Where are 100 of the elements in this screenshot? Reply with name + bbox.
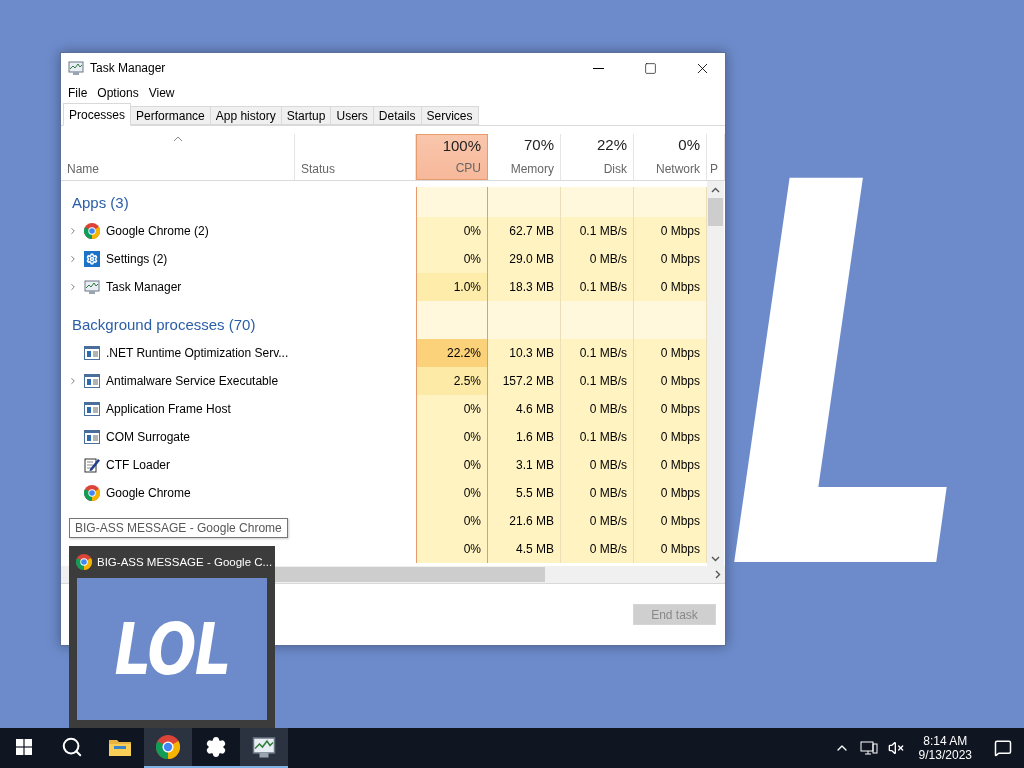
process-name: CTF Loader — [106, 458, 171, 472]
scroll-up-icon[interactable] — [711, 187, 720, 193]
menu-item[interactable]: File — [63, 86, 93, 100]
taskbar-button[interactable] — [144, 728, 192, 768]
gear-icon — [84, 251, 100, 267]
chrome-icon — [84, 223, 100, 239]
window-preview[interactable]: BIG-ASS MESSAGE - Google C... LOL — [69, 546, 275, 728]
scrollbar-thumb[interactable] — [708, 198, 723, 226]
minimize-icon — [592, 67, 604, 69]
tab[interactable]: Users — [330, 106, 374, 125]
tab[interactable]: Performance — [130, 106, 211, 125]
clock-time[interactable]: 8:14 AM — [923, 734, 968, 748]
chrome-icon — [84, 485, 100, 501]
window-icon — [84, 374, 100, 388]
process-name: .NET Runtime Optimization Serv... — [106, 346, 289, 360]
process-name: Antimalware Service Executable — [106, 374, 279, 388]
table-cell: 10.3 MB — [488, 339, 561, 367]
window-icon — [84, 346, 100, 360]
column-header[interactable]: 22% Disk — [561, 134, 634, 180]
column-header[interactable]: Name — [61, 134, 295, 180]
process-name: Google Chrome (2) — [106, 224, 209, 238]
window-icon — [84, 402, 100, 416]
tab[interactable]: Startup — [280, 106, 332, 125]
table-cell: 4.5 MB — [488, 535, 561, 563]
table-cell: 2.5% — [416, 367, 488, 395]
window-icon — [84, 430, 100, 444]
table-cell: 0% — [416, 479, 488, 507]
table-cell: 0.1 MB/s — [561, 339, 634, 367]
preview-title: BIG-ASS MESSAGE - Google C... — [97, 556, 273, 568]
table-cell: 1.0% — [416, 273, 488, 301]
table-cell: 0 MB/s — [561, 451, 634, 479]
table-cell: 0 MB/s — [561, 245, 634, 273]
scroll-right-icon[interactable] — [715, 570, 721, 579]
tab[interactable]: Services — [420, 106, 479, 125]
table-cell: 22.2% — [416, 339, 488, 367]
table-cell: 0 Mbps — [634, 507, 707, 535]
process-name: Application Frame Host — [106, 402, 231, 416]
menu-item[interactable]: View — [143, 86, 180, 100]
table-cell: 0.1 MB/s — [561, 423, 634, 451]
table-cell: 0.1 MB/s — [561, 367, 634, 395]
table-cell: 0% — [416, 507, 488, 535]
sort-caret-icon — [172, 136, 183, 142]
maximize-icon — [643, 61, 657, 75]
table-cell: 0% — [416, 535, 488, 563]
process-name: COM Surrogate — [106, 430, 191, 444]
search-icon — [61, 736, 83, 758]
table-cell: 0 MB/s — [561, 507, 634, 535]
table-cell: 0 Mbps — [634, 273, 707, 301]
table-cell: 0 Mbps — [634, 367, 707, 395]
monitor-chart-icon — [84, 279, 100, 295]
scroll-down-icon[interactable] — [711, 556, 720, 562]
table-cell: 157.2 MB — [488, 367, 561, 395]
table-cell: 5.5 MB — [488, 479, 561, 507]
process-name: Settings (2) — [106, 252, 168, 266]
expand-chevron-icon[interactable] — [68, 375, 78, 387]
monitor-chart-icon — [252, 735, 276, 759]
table-cell: 0.1 MB/s — [561, 273, 634, 301]
menu-item[interactable]: Options — [92, 86, 144, 100]
column-header[interactable]: 0% Network — [634, 134, 707, 180]
taskbar-button[interactable] — [240, 728, 288, 768]
group-heading: Background processes (70) — [71, 315, 257, 335]
expand-chevron-icon[interactable] — [68, 253, 78, 265]
table-cell: 0% — [416, 395, 488, 423]
table-cell: 0 MB/s — [561, 479, 634, 507]
clock-date[interactable]: 9/13/2023 — [918, 748, 972, 762]
tooltip: BIG-ASS MESSAGE - Google Chrome — [69, 518, 288, 538]
chrome-icon — [76, 554, 92, 570]
table-cell: 3.1 MB — [488, 451, 561, 479]
page-heading: L — [726, 176, 976, 578]
chrome-icon — [156, 735, 180, 759]
column-header[interactable]: 100% CPU — [416, 134, 488, 180]
table-cell: 0.1 MB/s — [561, 217, 634, 245]
table-cell: 18.3 MB — [488, 273, 561, 301]
table-cell: 0% — [416, 423, 488, 451]
column-header[interactable]: 70% Memory — [488, 134, 561, 180]
notepad-pen-icon — [84, 457, 100, 473]
table-cell: 0 Mbps — [634, 423, 707, 451]
vertical-scrollbar[interactable] — [707, 181, 724, 566]
tab[interactable]: Processes — [63, 103, 132, 126]
table-cell: 0 Mbps — [634, 479, 707, 507]
tab[interactable]: Details — [372, 106, 422, 125]
table-cell — [416, 301, 488, 339]
tab[interactable]: App history — [209, 106, 282, 125]
table-cell: 1.6 MB — [488, 423, 561, 451]
column-header[interactable]: P — [707, 134, 725, 180]
scrollbar-thumb[interactable] — [275, 567, 545, 582]
gear-icon — [205, 736, 227, 758]
preview-heading: LOL — [114, 613, 230, 685]
expand-chevron-icon[interactable] — [68, 225, 78, 237]
expand-chevron-icon[interactable] — [68, 281, 78, 293]
speech-bubble-icon — [994, 739, 1012, 757]
table-cell: 0% — [416, 451, 488, 479]
window-title: Task Manager — [90, 61, 167, 75]
folder-icon — [109, 738, 131, 756]
table-cell: 21.6 MB — [488, 507, 561, 535]
table-cell: 0 MB/s — [561, 395, 634, 423]
table-cell: 0% — [416, 217, 488, 245]
process-name: Task Manager — [106, 280, 182, 294]
table-cell: 4.6 MB — [488, 395, 561, 423]
table-cell — [416, 187, 488, 217]
